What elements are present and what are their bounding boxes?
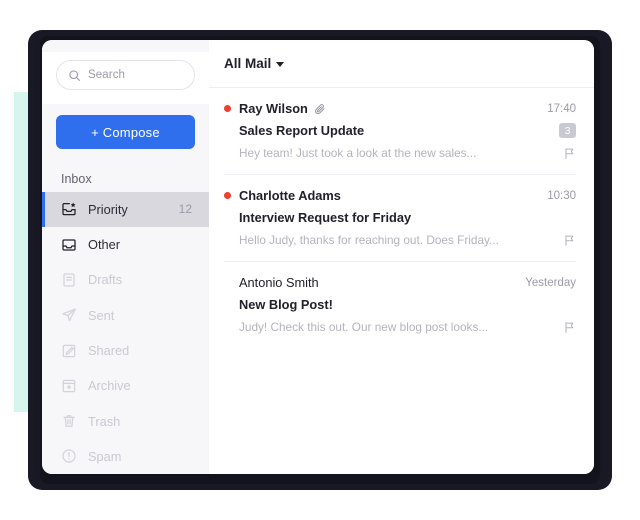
mail-list-header: All Mail	[209, 40, 594, 88]
search-placeholder: Search	[88, 69, 126, 81]
mail-row[interactable]: Charlotte Adams 10:30 Interview Request …	[224, 175, 576, 262]
mail-subject: New Blog Post!	[239, 297, 333, 312]
inbox-star-icon	[61, 201, 77, 217]
trash-icon	[61, 413, 77, 429]
sidebar-item-sent[interactable]: Sent	[42, 298, 209, 333]
sidebar-item-label: Drafts	[88, 272, 123, 288]
mail-row[interactable]: Antonio Smith Yesterday New Blog Post! J…	[224, 262, 576, 348]
mail-thread-count-badge: 3	[559, 123, 576, 138]
alert-circle-icon	[61, 448, 77, 464]
sidebar-item-archive[interactable]: Archive	[42, 368, 209, 403]
sidebar-item-trash[interactable]: Trash	[42, 403, 209, 438]
search-input[interactable]: Search	[56, 60, 195, 90]
mail-filter-label: All Mail	[224, 56, 272, 71]
mail-preview: Judy! Check this out. Our new blog post …	[239, 320, 489, 334]
mail-subject: Interview Request for Friday	[239, 210, 412, 225]
screenshot-stage: Search + Compose Inbox Priority 12 Other…	[0, 0, 640, 520]
flag-icon[interactable]	[563, 321, 576, 334]
sidebar-item-other[interactable]: Other	[42, 227, 209, 262]
mail-time: 17:40	[547, 102, 576, 115]
inbox-icon	[61, 237, 77, 253]
mail-row[interactable]: Ray Wilson 17:40 Sales Report Update 3 H…	[224, 88, 576, 175]
sidebar-item-spam[interactable]: Spam	[42, 439, 209, 474]
compose-button[interactable]: + Compose	[56, 115, 195, 150]
sidebar-section-label: Inbox	[61, 172, 92, 187]
mail-subject: Sales Report Update	[239, 123, 365, 138]
mail-list-panel: All Mail Ray Wilson 17:40 Sales Report U…	[209, 40, 594, 474]
edit-square-icon	[61, 343, 77, 359]
mail-filter-dropdown[interactable]: All Mail	[224, 56, 285, 71]
sidebar-item-label: Archive	[88, 378, 131, 394]
sidebar-item-priority[interactable]: Priority 12	[42, 191, 209, 228]
sidebar-item-label: Other	[88, 237, 121, 253]
sidebar-item-count: 12	[178, 202, 192, 217]
flag-icon[interactable]	[563, 147, 576, 160]
mail-time: 10:30	[547, 189, 576, 202]
sidebar-item-label: Trash	[88, 413, 121, 429]
sidebar-item-shared[interactable]: Shared	[42, 333, 209, 368]
unread-indicator	[224, 105, 231, 112]
mail-app-window: Search + Compose Inbox Priority 12 Other…	[42, 40, 594, 474]
mail-sender: Ray Wilson	[239, 101, 308, 116]
chevron-down-icon	[276, 62, 285, 67]
sidebar-item-drafts[interactable]: Drafts	[42, 262, 209, 297]
sidebar: Search + Compose Inbox Priority 12 Other…	[42, 40, 209, 474]
document-icon	[61, 272, 77, 288]
mail-sender: Charlotte Adams	[239, 188, 341, 203]
mail-time: Yesterday	[525, 276, 576, 289]
paper-plane-icon	[61, 307, 77, 323]
search-icon	[68, 69, 81, 82]
sidebar-item-label: Sent	[88, 307, 115, 323]
mail-preview: Hello Judy, thanks for reaching out. Doe…	[239, 233, 499, 247]
unread-indicator	[224, 192, 231, 199]
sidebar-item-label: Priority	[88, 201, 128, 217]
sidebar-header: Search	[42, 52, 209, 104]
archive-icon	[61, 378, 77, 394]
flag-icon[interactable]	[563, 234, 576, 247]
sidebar-item-label: Spam	[88, 448, 122, 464]
mail-sender: Antonio Smith	[239, 275, 319, 290]
attachment-icon	[314, 103, 326, 115]
sidebar-item-label: Shared	[88, 343, 130, 359]
mail-preview: Hey team! Just took a look at the new sa…	[239, 146, 477, 160]
